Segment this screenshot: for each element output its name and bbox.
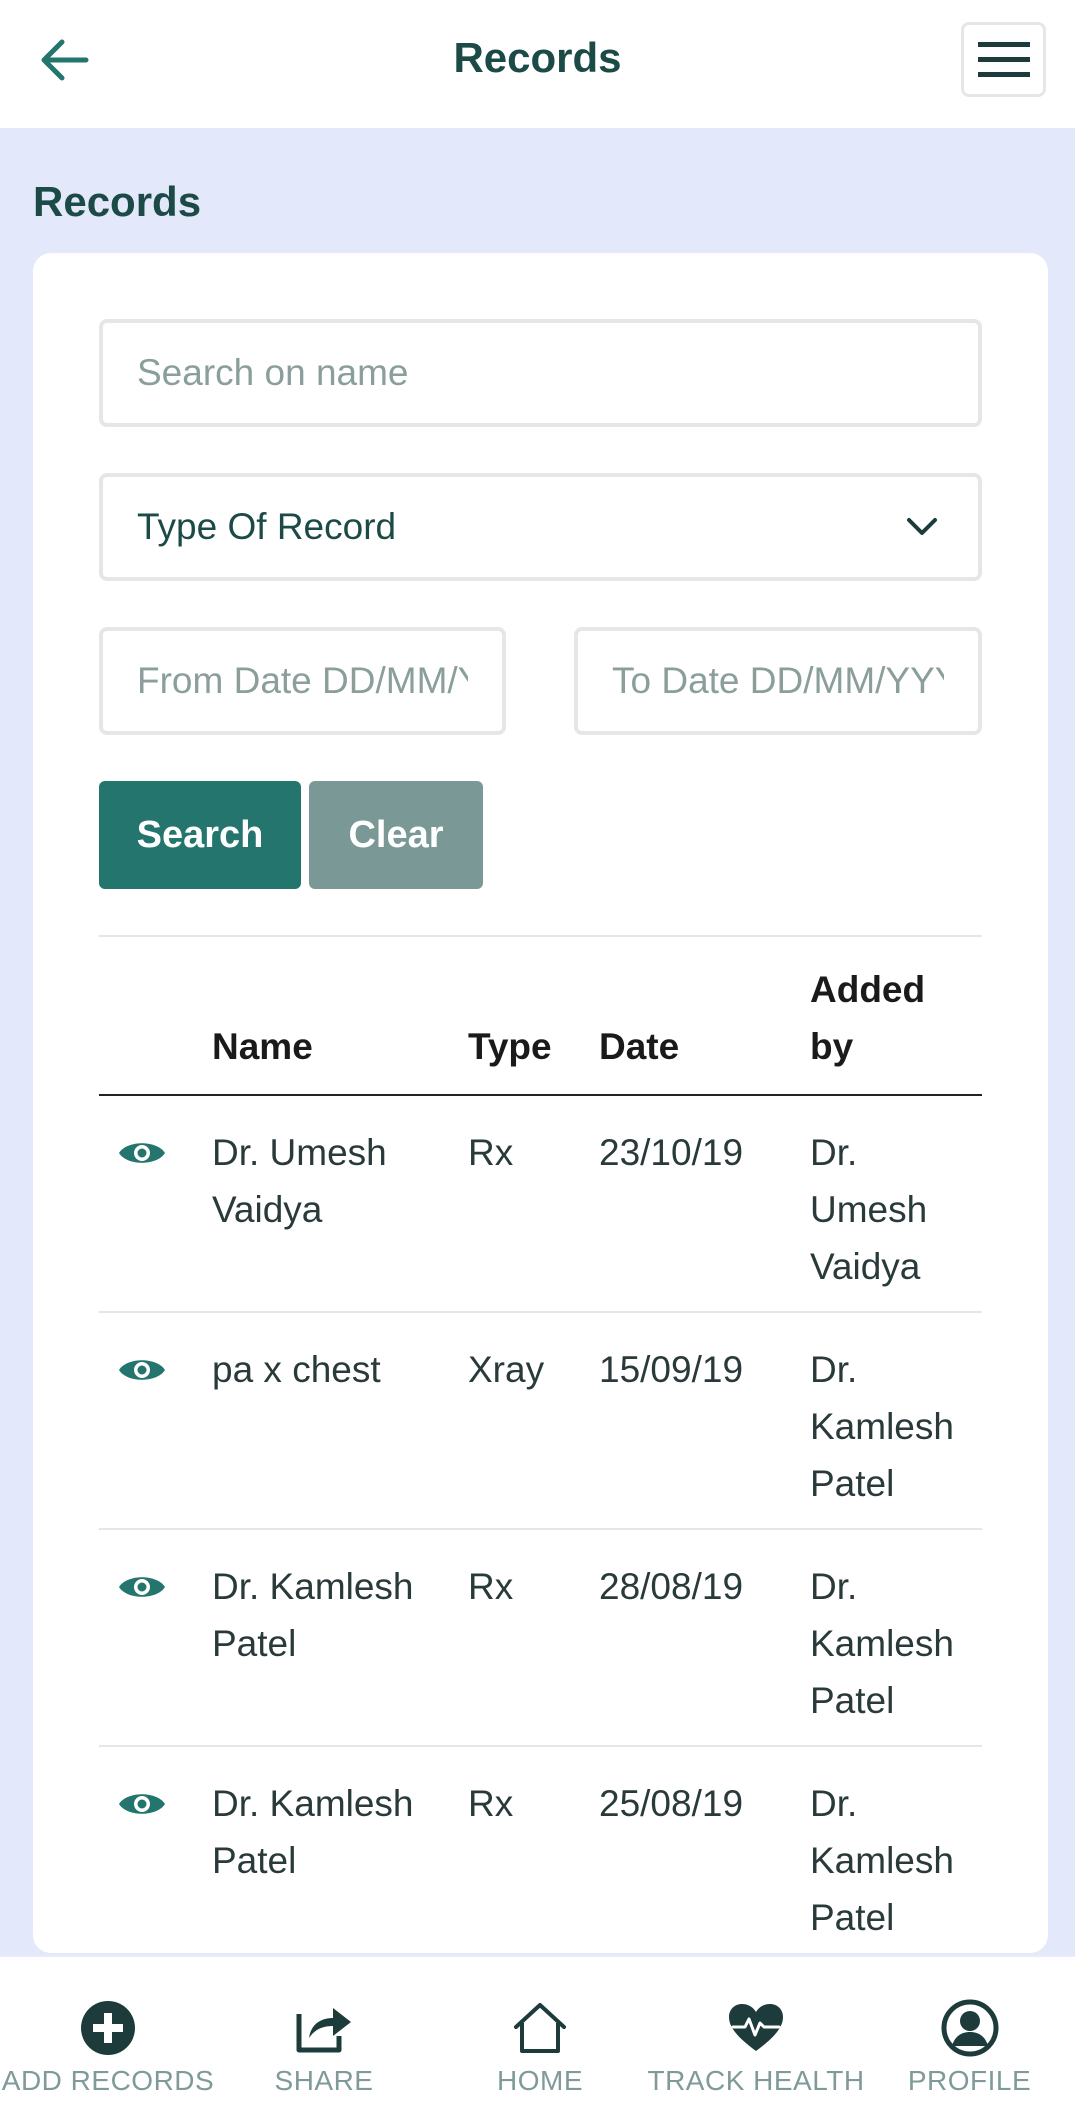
cell-type: Rx [468,1566,514,1607]
cell-name-line1: pa x chest [212,1349,381,1390]
cell-added-by: Dr. Kamlesh Patel [810,1775,954,1946]
cell-name: Dr. Kamlesh Patel [212,1558,414,1672]
eye-icon[interactable] [117,1136,167,1170]
search-input[interactable] [137,352,978,394]
cell-name-line1: Dr. Kamlesh [212,1783,414,1824]
cell-date: 28/08/19 [599,1566,744,1607]
cell-date: 15/09/19 [599,1349,744,1390]
column-header-added-by-line2: by [810,1026,854,1067]
eye-icon[interactable] [117,1353,167,1387]
table-row: Dr. Kamlesh Patel Rx 25/08/19 Dr. Kamles… [99,1747,982,1964]
cell-added-line2: Kamlesh [810,1406,954,1447]
home-icon [512,1999,568,2057]
cell-name: pa x chest [212,1341,381,1398]
column-header-date: Date [599,1026,680,1067]
cell-added-line3: Patel [810,1680,895,1721]
search-field [99,319,982,427]
type-of-record-select[interactable]: Type Of Record [99,473,982,581]
to-date-input[interactable] [612,660,944,702]
column-header-added-by: Added by [810,961,925,1075]
cell-added-line3: Vaidya [810,1246,921,1287]
chevron-down-icon [907,518,937,535]
nav-label-track-health: TRACK HEALTH [647,2065,865,2096]
cell-name-line2: Vaidya [212,1189,323,1230]
page-title: Records [33,178,202,225]
search-button[interactable]: Search [99,781,301,889]
cell-name-line2: Patel [212,1840,297,1881]
heartbeat-icon [727,1999,785,2057]
nav-profile[interactable]: PROFILE [864,1957,1075,2123]
menu-button[interactable] [961,22,1046,97]
nav-label-share: SHARE [274,2065,374,2096]
bottom-navigation: ADD RECORDS SHARE HOME TRACK HEALTH PROF… [0,1955,1075,2123]
cell-added-line1: Dr. [810,1783,858,1824]
cell-added-line1: Dr. [810,1132,858,1173]
table-top-divider [99,935,982,937]
cell-type: Rx [468,1783,514,1824]
cell-added-by: Dr. Kamlesh Patel [810,1341,954,1512]
column-header-name: Name [212,1026,313,1067]
nav-add-records[interactable]: ADD RECORDS [0,1957,216,2123]
hamburger-icon [977,41,1030,77]
eye-icon[interactable] [117,1787,167,1821]
select-value: Type Of Record [137,506,397,547]
cell-added-line3: Patel [810,1897,895,1938]
cell-type: Rx [468,1132,514,1173]
clear-button[interactable]: Clear [309,781,483,889]
nav-share[interactable]: SHARE [216,1957,432,2123]
share-icon [295,1999,353,2057]
cell-added-line3: Patel [810,1463,895,1504]
nav-label-home: HOME [497,2065,583,2096]
table-row: Dr. Umesh Vaidya Rx 23/10/19 Dr. Umesh V… [99,1096,982,1313]
nav-track-health[interactable]: TRACK HEALTH [647,1957,865,2123]
cell-added-line2: Kamlesh [810,1840,954,1881]
cell-added-line1: Dr. [810,1349,858,1390]
cell-added-by: Dr. Umesh Vaidya [810,1124,927,1295]
nav-home[interactable]: HOME [432,1957,648,2123]
to-date-field [574,627,982,735]
user-circle-icon [941,1999,999,2057]
cell-date: 25/08/19 [599,1783,744,1824]
column-header-type: Type [468,1026,552,1067]
nav-label-add-records: ADD RECORDS [1,2065,215,2096]
cell-date: 23/10/19 [599,1132,744,1173]
plus-circle-icon [80,1999,136,2057]
cell-name: Dr. Umesh Vaidya [212,1124,387,1238]
cell-name: Dr. Kamlesh Patel [212,1775,414,1889]
top-app-bar: Records [0,0,1075,128]
column-header-added-by-line1: Added [810,969,926,1010]
cell-added-line2: Kamlesh [810,1623,954,1664]
cell-type: Xray [468,1349,545,1390]
nav-label-profile: PROFILE [907,2065,1032,2096]
from-date-input[interactable] [137,660,468,702]
from-date-field [99,627,506,735]
cell-added-line2: Umesh [810,1189,928,1230]
eye-icon[interactable] [117,1570,167,1604]
cell-added-by: Dr. Kamlesh Patel [810,1558,954,1729]
cell-added-line1: Dr. [810,1566,858,1607]
cell-name-line1: Dr. Kamlesh [212,1566,414,1607]
cell-name-line1: Dr. Umesh [212,1132,387,1173]
cell-name-line2: Patel [212,1623,297,1664]
table-row: pa x chest Xray 15/09/19 Dr. Kamlesh Pat… [99,1313,982,1530]
app-bar-title: Records [453,34,622,81]
table-row: Dr. Kamlesh Patel Rx 28/08/19 Dr. Kamles… [99,1530,982,1747]
